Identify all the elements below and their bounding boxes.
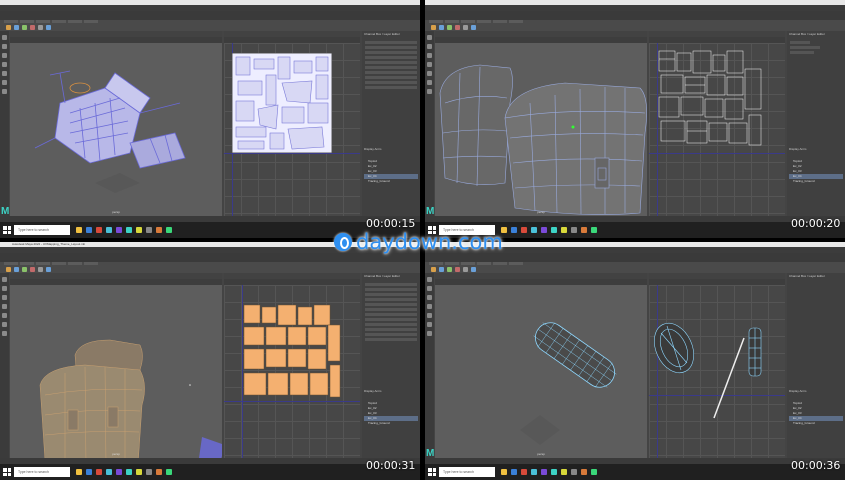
channel-box-title: Channel Box / Layer Editor xyxy=(364,32,400,36)
taskbar-search-input[interactable]: Type here to search xyxy=(439,467,495,477)
toolbox[interactable] xyxy=(425,273,434,458)
taskbar-app-icons[interactable] xyxy=(76,227,172,233)
shelf[interactable] xyxy=(425,20,845,31)
toolbox[interactable] xyxy=(0,31,9,216)
channel-rows[interactable] xyxy=(790,41,842,56)
watermark-text: daydown.com xyxy=(356,230,503,254)
layer-editor-tabs[interactable]: Display Anim xyxy=(364,389,381,393)
layer-item[interactable]: Tracing_Ground xyxy=(364,421,418,426)
windows-start-icon[interactable] xyxy=(3,468,11,476)
uv-editor[interactable] xyxy=(649,273,785,458)
channel-box[interactable]: Channel Box / Layer Editor Display Anim … xyxy=(362,273,420,458)
video-timestamp: 00:00:31 xyxy=(366,459,416,472)
watermark-logo-icon xyxy=(334,233,352,251)
engine-model xyxy=(34,70,186,193)
maya-logo-icon: M xyxy=(426,448,435,459)
windows-taskbar: Type here to search xyxy=(425,464,845,480)
taskbar-search-input[interactable]: Type here to search xyxy=(14,225,70,235)
channel-box[interactable]: Channel Box / Layer Editor Display Anim … xyxy=(787,31,845,216)
layer-list[interactable]: TopLid Ex_02 Ex_03 Ex_04 Tracing_Ground xyxy=(364,401,418,426)
uv-editor[interactable] xyxy=(224,31,360,216)
uv-layout-engine xyxy=(232,53,332,153)
saddlebag-model xyxy=(439,64,647,215)
maya-window-bottom-right: persp Channel Box / Layer Editor Display… xyxy=(425,242,845,480)
uv-layout-bags-selected xyxy=(243,304,341,398)
uv-layout-strap xyxy=(654,322,762,419)
windows-taskbar: Type here to search xyxy=(0,464,420,480)
viewport-camera-label: persp xyxy=(537,452,545,456)
layer-list[interactable]: TopLid Ex_02 Ex_03 Ex_04 Tracing_Ground xyxy=(789,401,843,426)
windows-start-icon[interactable] xyxy=(3,226,11,234)
viewport-persp[interactable]: persp xyxy=(435,31,647,216)
layer-editor-tabs[interactable]: Display Anim xyxy=(789,389,806,393)
shelf[interactable] xyxy=(0,20,420,31)
taskbar-search-input[interactable]: Type here to search xyxy=(14,467,70,477)
shelf[interactable] xyxy=(0,262,420,273)
uv-editor[interactable] xyxy=(224,273,360,458)
viewport-persp[interactable]: persp xyxy=(10,273,222,458)
layer-list[interactable]: TopLid Ex_02 Ex_03 Ex_04 Tracing_Ground xyxy=(789,159,843,184)
viewport-persp[interactable]: persp xyxy=(10,31,222,216)
uv-layout-bags xyxy=(658,50,762,146)
viewport-camera-label: persp xyxy=(112,210,120,214)
channel-box[interactable]: Channel Box / Layer Editor Display Anim … xyxy=(787,273,845,458)
layer-item[interactable]: Tracing_Ground xyxy=(789,421,843,426)
maya-window-top-left: persp Channel Box / Layer Editor Display… xyxy=(0,0,420,238)
viewport-camera-label: persp xyxy=(537,210,545,214)
channel-rows[interactable] xyxy=(365,41,417,91)
shelf[interactable] xyxy=(425,262,845,273)
strap-roll-model xyxy=(520,322,617,445)
video-timestamp: 00:00:36 xyxy=(791,459,841,472)
taskbar-app-icons[interactable] xyxy=(76,469,172,475)
uv-editor[interactable] xyxy=(649,31,785,216)
channel-box-title: Channel Box / Layer Editor xyxy=(789,32,825,36)
maya-logo-icon: M xyxy=(1,206,10,217)
windows-start-icon[interactable] xyxy=(428,468,436,476)
channel-box-title: Channel Box / Layer Editor xyxy=(789,274,825,278)
maya-window-top-right: persp Channel Box / Layer Editor Display… xyxy=(425,0,845,238)
maya-logo-icon: M xyxy=(426,206,435,217)
taskbar-app-icons[interactable] xyxy=(501,227,597,233)
toolbox[interactable] xyxy=(425,31,434,216)
layer-item[interactable]: Tracing_Ground xyxy=(364,179,418,184)
channel-box-title: Channel Box / Layer Editor xyxy=(364,274,400,278)
watermark: daydown.com xyxy=(334,229,503,255)
viewport-camera-label: persp xyxy=(112,452,120,456)
channel-rows[interactable] xyxy=(365,283,417,343)
channel-box[interactable]: Channel Box / Layer Editor Display Anim … xyxy=(362,31,420,216)
saddlebag-model-textured xyxy=(39,339,222,458)
taskbar-app-icons[interactable] xyxy=(501,469,597,475)
video-timestamp: 00:00:20 xyxy=(791,217,841,230)
maya-window-bottom-left: Autodesk Maya 2022 - UVMapping_Theme_Lay… xyxy=(0,242,420,480)
layer-editor-tabs[interactable]: Display Anim xyxy=(789,147,806,151)
layer-editor-tabs[interactable]: Display Anim xyxy=(364,147,381,151)
viewport-persp[interactable]: persp xyxy=(435,273,647,458)
layer-item[interactable]: Tracing_Ground xyxy=(789,179,843,184)
toolbox[interactable] xyxy=(0,273,9,458)
layer-list[interactable]: TopLid Ex_02 Ex_03 Ex_04 Tracing_Ground xyxy=(364,159,418,184)
